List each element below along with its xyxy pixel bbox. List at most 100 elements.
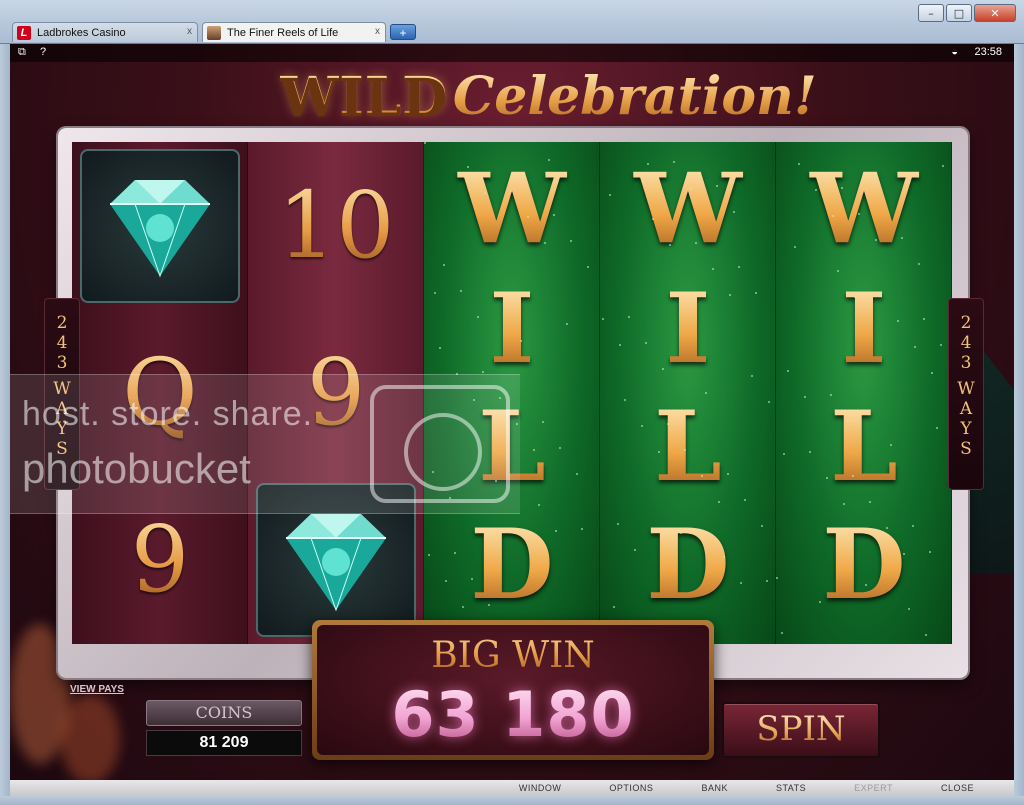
sparkle-decoration [718,501,720,503]
sparkle-decoration [652,218,654,220]
sparkle-decoration [520,340,522,342]
sparkle-decoration [886,527,888,529]
clock: 23:58 [974,46,1002,58]
close-window-button[interactable]: ✕ [974,4,1016,22]
sparkle-decoration [912,525,914,527]
window-border-right [1014,44,1024,796]
minimize-button[interactable]: – [918,4,944,22]
menu-window[interactable]: WINDOW [519,780,562,796]
sparkle-decoration [477,316,479,318]
new-tab-button[interactable]: + [390,24,416,40]
sparkle-decoration [869,501,871,503]
sparkle-decoration [609,194,611,196]
sparkle-decoration [815,189,817,191]
sparkle-decoration [553,214,555,216]
sparkle-decoration [901,237,903,239]
sparkle-decoration [658,451,660,453]
coins-label[interactable]: COINS [146,700,302,726]
sparkle-decoration [925,634,927,636]
title-wild: WILD [280,66,449,127]
tab-close-icon[interactable]: x [187,26,192,37]
sparkle-decoration [581,528,583,530]
sparkle-decoration [852,475,854,477]
connection-icon: ◒ [951,46,958,58]
sparkle-decoration [931,372,933,374]
sparkle-decoration [527,216,529,218]
sparkle-decoration [701,475,703,477]
tab-ladbrokes-casino[interactable]: L Ladbrokes Casino x [12,22,198,42]
menu-bank[interactable]: BANK [701,780,728,796]
sparkle-decoration [781,632,783,634]
sparkle-decoration [624,399,626,401]
maximize-button[interactable]: □ [946,4,972,22]
browser-chrome: – □ ✕ L Ladbrokes Casino x The Finer Ree… [0,0,1024,44]
sparkle-decoration [439,347,441,349]
sparkle-decoration [510,190,512,192]
view-pays-link[interactable]: VIEW PAYS [70,684,124,695]
sparkle-decoration [942,165,944,167]
wild-letter: D [424,508,600,621]
sparkle-decoration [843,503,845,505]
sparkle-decoration [641,425,643,427]
game-area: ⧉ ? ◒ 23:58 WILD Celebration! Q 9 10 9 W… [10,44,1014,780]
wild-symbol: W I L D [600,142,776,644]
sparkle-decoration [566,323,568,325]
sparkle-decoration [804,396,806,398]
menu-close[interactable]: CLOSE [941,780,974,796]
wild-letter: L [600,390,776,503]
ways-letter: A [959,399,973,419]
menu-options[interactable]: OPTIONS [609,780,653,796]
wild-letter: I [776,272,952,385]
menu-stats[interactable]: STATS [776,780,806,796]
ways-letter: W [957,379,975,399]
sparkle-decoration [533,449,535,451]
wild-letter: W [424,152,600,265]
game-title: WILD Celebration! [280,66,817,130]
sparkle-decoration [471,578,473,580]
sparkle-decoration [602,318,604,320]
sparkle-decoration [761,525,763,527]
help-icon[interactable]: ? [40,46,46,58]
tab-finer-reels[interactable]: The Finer Reels of Life x [202,22,386,42]
sparkle-decoration [662,368,664,370]
big-win-panel: BIG WIN 63 180 [312,620,714,760]
sparkle-decoration [929,551,931,553]
sparkle-decoration [783,453,785,455]
big-win-label: BIG WIN [317,625,709,676]
sparkle-decoration [740,582,742,584]
sparkle-decoration [645,342,647,344]
sparkle-decoration [570,240,572,242]
sparkle-decoration [716,185,718,187]
symbol-ten: 10 [248,142,424,309]
wild-letter: I [424,272,600,385]
sparkle-decoration [738,266,740,268]
ways-letter: Y [960,419,972,439]
sparkle-decoration [684,449,686,451]
sparkle-decoration [482,371,484,373]
sparkle-decoration [428,554,430,556]
sparkle-decoration [673,161,675,163]
sparkle-decoration [613,606,615,608]
tab-close-icon[interactable]: x [375,26,380,37]
wild-letter: W [776,152,952,265]
coins-value: 81 209 [146,730,302,756]
sparkle-decoration [940,344,942,346]
sparkle-decoration [695,242,697,244]
spin-button[interactable]: SPIN [722,702,880,758]
watermark-brand: photobucket [22,445,251,492]
wild-letter: W [600,152,776,265]
ways-digit: 3 [56,353,68,373]
big-win-amount: 63 180 [317,678,709,751]
photobucket-watermark: host. store. share. photobucket [10,374,520,514]
sparkle-decoration [712,268,714,270]
sparkle-decoration [837,270,839,272]
sparkle-decoration [847,420,849,422]
window-mode-icon[interactable]: ⧉ [18,46,26,59]
sparkle-decoration [445,580,447,582]
sparkle-decoration [766,580,768,582]
sparkle-decoration [832,215,834,217]
window-controls: – □ ✕ [916,4,1016,22]
tab-label: The Finer Reels of Life [227,26,339,39]
sparkle-decoration [755,292,757,294]
window-border-bottom [0,796,1024,805]
